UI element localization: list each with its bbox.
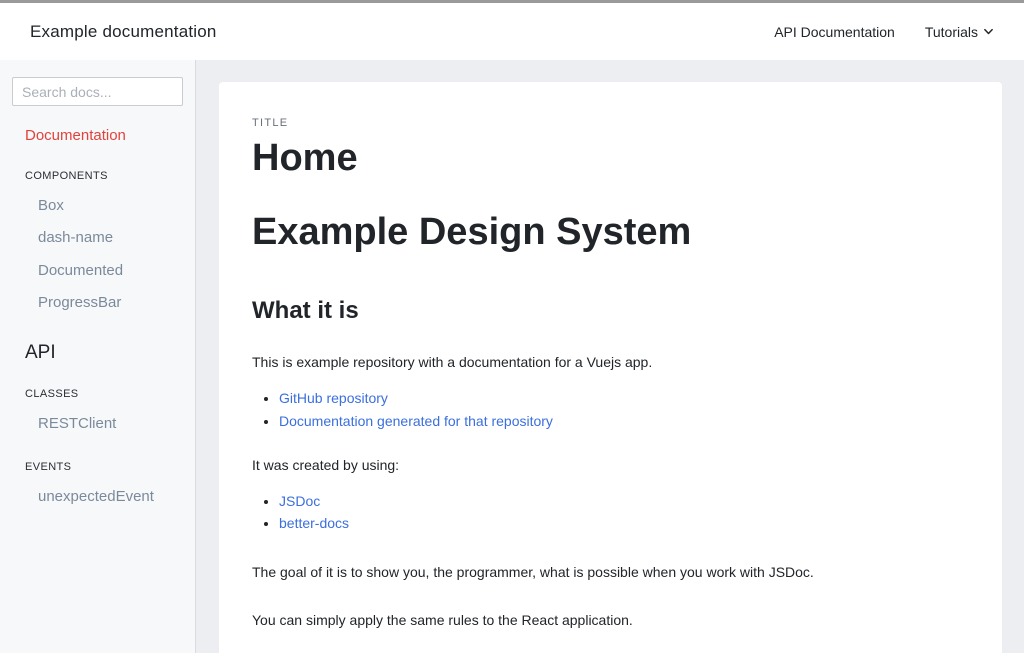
kicker-title: TITLE [252, 117, 289, 129]
sidebar-components-list: Box dash-name Documented ProgressBar [25, 194, 183, 314]
goal-paragraph: The goal of it is to show you, the progr… [252, 563, 814, 580]
sidebar-nav: Documentation COMPONENTS Box dash-name D… [0, 106, 195, 509]
list-item: Box [25, 194, 183, 217]
chevron-down-icon [984, 28, 993, 35]
list-item: GitHub repository [279, 387, 969, 410]
link-github-repository[interactable]: GitHub repository [279, 390, 388, 406]
sidebar-item-restclient[interactable]: RESTClient [25, 412, 183, 435]
list-item: dash-name [25, 226, 183, 249]
list-item: RESTClient [25, 412, 183, 435]
list-item: unexpectedEvent [25, 485, 183, 508]
react-paragraph: You can simply apply the same rules to t… [252, 611, 633, 628]
sidebar-item-unexpectedevent[interactable]: unexpectedEvent [25, 485, 183, 508]
link-better-docs[interactable]: better-docs [279, 515, 349, 531]
list-item: Documentation generated for that reposit… [279, 410, 969, 433]
sidebar-events-list: unexpectedEvent [25, 485, 183, 508]
sidebar: Documentation COMPONENTS Box dash-name D… [0, 60, 196, 653]
list-item: better-docs [279, 512, 969, 535]
header: Example documentation API Documentation … [0, 3, 1024, 60]
sidebar-item-progressbar[interactable]: ProgressBar [25, 291, 183, 314]
content-shell: Documentation COMPONENTS Box dash-name D… [0, 60, 1024, 653]
top-nav: API Documentation Tutorials [774, 24, 994, 40]
sidebar-heading-classes: CLASSES [25, 388, 79, 400]
tool-links-list: JSDoc better-docs [261, 490, 969, 535]
sidebar-heading-events: EVENTS [25, 461, 72, 474]
list-item: Documented [25, 259, 183, 282]
nav-tutorials-dropdown[interactable]: Tutorials [925, 24, 994, 40]
content-card: TITLE Home Example Design System What it… [219, 82, 1002, 653]
link-generated-documentation[interactable]: Documentation generated for that reposit… [279, 413, 553, 429]
sidebar-item-box[interactable]: Box [25, 194, 183, 217]
repo-links-list: GitHub repository Documentation generate… [261, 387, 969, 432]
page-subtitle: Example Design System [252, 210, 692, 253]
sidebar-heading-api: API [25, 342, 56, 363]
sidebar-heading-components: COMPONENTS [25, 170, 108, 182]
nav-api-documentation[interactable]: API Documentation [774, 24, 895, 40]
main-area: TITLE Home Example Design System What it… [196, 60, 1024, 653]
sidebar-item-documentation[interactable]: Documentation [25, 127, 183, 144]
intro-paragraph: This is example repository with a docume… [252, 354, 653, 371]
nav-tutorials-label: Tutorials [924, 23, 978, 40]
list-item: ProgressBar [25, 291, 183, 314]
page-title: Home [252, 137, 358, 179]
sidebar-item-documented[interactable]: Documented [25, 259, 183, 282]
sidebar-item-dash-name[interactable]: dash-name [25, 226, 183, 249]
sidebar-classes-list: RESTClient [25, 412, 183, 435]
list-item: JSDoc [279, 490, 969, 513]
brand-title: Example documentation [30, 21, 217, 41]
section-heading-what-it-is: What it is [252, 297, 359, 325]
created-by-paragraph: It was created by using: [252, 456, 400, 473]
search-input[interactable] [12, 77, 183, 106]
link-jsdoc[interactable]: JSDoc [279, 493, 320, 509]
